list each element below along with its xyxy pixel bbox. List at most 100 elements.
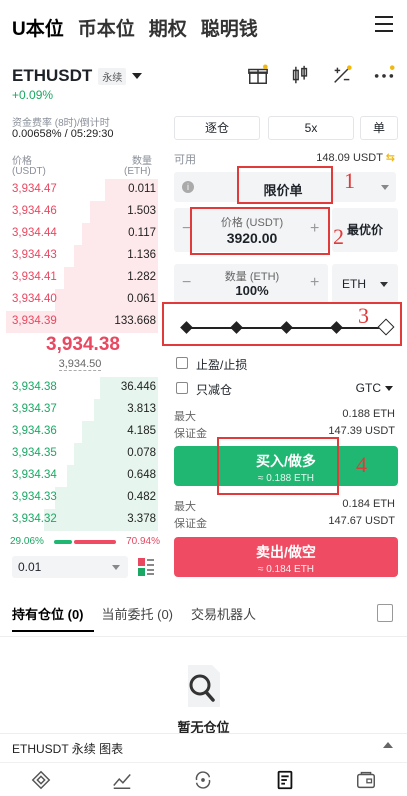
reduce-only-checkbox[interactable]	[176, 382, 188, 394]
ask-row[interactable]: 3,934.46 1.503	[6, 201, 158, 223]
ob-price-header: 价格	[12, 156, 32, 167]
sell-short-button[interactable]: 卖出/做空 ≈ 0.184 ETH	[174, 537, 398, 577]
sell-margin-value: 147.67 USDT	[328, 515, 395, 527]
bid-price: 3,934.34	[12, 469, 57, 481]
buy-max-label: 最大	[174, 411, 196, 423]
bid-row[interactable]: 3,934.33 0.482	[6, 487, 158, 509]
ask-price: 3,934.44	[12, 227, 57, 239]
last-price[interactable]: 3,934.38	[46, 334, 120, 356]
tab-open-orders[interactable]: 当前委托 (0)	[102, 604, 174, 623]
bid-row[interactable]: 3,934.32 3.378	[6, 509, 158, 531]
gift-icon[interactable]	[247, 64, 269, 86]
funding-label: 资金费率 (8时)/倒计时	[12, 118, 110, 129]
ask-row[interactable]: 3,934.41 1.282	[6, 267, 158, 289]
buy-max-value: 0.188 ETH	[342, 408, 395, 420]
chevron-up-icon[interactable]	[383, 742, 393, 748]
active-tab-indicator	[12, 630, 94, 632]
ob-price-unit: (USDT)	[12, 166, 46, 177]
buy-margin-label: 保证金	[174, 428, 207, 440]
annotation-number-2: 2	[333, 224, 344, 249]
buy-sell-ratio: 29.06% 70.94%	[10, 536, 160, 548]
bid-qty: 3.378	[127, 513, 156, 525]
order-history-icon[interactable]	[377, 604, 393, 622]
available-label: 可用	[174, 154, 196, 166]
candlestick-icon[interactable]	[289, 64, 311, 86]
bid-row[interactable]: 3,934.35 0.078	[6, 443, 158, 465]
transfer-icon: ⇆	[385, 152, 395, 164]
perpetual-tag: 永续	[98, 67, 127, 85]
info-icon[interactable]: i	[182, 181, 194, 193]
ask-qty: 0.011	[128, 183, 156, 195]
reduce-only-label: 只减仓	[196, 383, 233, 397]
bid-price: 3,934.38	[12, 381, 57, 393]
caret-down-icon	[132, 73, 143, 79]
trade-icon[interactable]	[192, 769, 214, 791]
depth-precision-select[interactable]: 0.01	[12, 556, 128, 578]
annotation-box-1	[237, 166, 333, 204]
ask-row[interactable]: 3,934.43 1.136	[6, 245, 158, 267]
toolbar	[247, 64, 395, 86]
bid-row[interactable]: 3,934.36 4.185	[6, 421, 158, 443]
annotation-box-4	[217, 437, 339, 495]
ask-qty: 1.136	[127, 249, 156, 261]
symbol-selector[interactable]: ETHUSDT 永续	[12, 66, 143, 86]
mark-price: 3,934.50	[58, 358, 102, 371]
bottom-nav	[0, 762, 407, 796]
funding-value: 0.00658% / 05:29:30	[12, 128, 114, 140]
tpsl-checkbox[interactable]	[176, 357, 188, 369]
bid-row[interactable]: 3,934.37 3.813	[6, 399, 158, 421]
tab-trading-bots[interactable]: 交易机器人	[191, 604, 256, 623]
bid-row[interactable]: 3,934.34 0.648	[6, 465, 158, 487]
margin-mode-button[interactable]: 逐仓	[174, 116, 260, 140]
calculator-icon[interactable]	[331, 64, 353, 86]
ask-qty: 0.061	[127, 293, 156, 305]
wallet-icon[interactable]	[355, 769, 377, 791]
more-icon[interactable]	[373, 64, 395, 86]
tab-usdt-m[interactable]: U本位	[12, 14, 64, 41]
annotation-number-1: 1	[344, 168, 355, 193]
tab-positions[interactable]: 持有仓位 (0)	[12, 604, 84, 623]
bid-row[interactable]: 3,934.38 36.446	[6, 377, 158, 399]
qty-plus-button[interactable]: +	[310, 274, 319, 292]
symbol-name: ETHUSDT	[12, 66, 93, 85]
ask-row[interactable]: 3,934.40 0.061	[6, 289, 158, 311]
bid-qty: 36.446	[120, 381, 156, 393]
menu-icon[interactable]	[375, 16, 393, 32]
ask-price: 3,934.39	[12, 315, 57, 327]
futures-icon[interactable]	[274, 769, 296, 791]
bid-qty: 0.482	[127, 491, 156, 503]
qty-minus-button[interactable]: −	[182, 274, 191, 292]
ask-row[interactable]: 3,934.47 0.011	[6, 179, 158, 201]
tab-options[interactable]: 期权	[149, 14, 187, 41]
tab-coin-m[interactable]: 币本位	[78, 14, 135, 41]
ask-price: 3,934.43	[12, 249, 57, 261]
sell-ratio: 70.94%	[126, 536, 160, 547]
orderbook-layout-icon[interactable]	[138, 558, 154, 576]
bid-price: 3,934.36	[12, 425, 57, 437]
bid-qty: 0.078	[127, 447, 156, 459]
bid-qty: 0.648	[127, 469, 156, 481]
markets-icon[interactable]	[111, 769, 133, 791]
ask-row[interactable]: 3,934.39 133.668	[6, 311, 158, 333]
time-in-force-select[interactable]: GTC	[356, 381, 393, 395]
bid-qty: 3.813	[127, 403, 156, 415]
ask-row[interactable]: 3,934.44 0.117	[6, 223, 158, 245]
tpsl-label: 止盈/止损	[196, 358, 248, 372]
position-tabs: 持有仓位 (0) 当前委托 (0) 交易机器人	[12, 604, 256, 623]
position-mode-button[interactable]: 单	[360, 116, 398, 140]
buy-ratio: 29.06%	[10, 536, 44, 547]
ask-price: 3,934.41	[12, 271, 57, 283]
annotation-number-3: 3	[358, 303, 369, 328]
ob-qty-header: 数量	[132, 156, 152, 167]
sell-margin-label: 保证金	[174, 518, 207, 530]
leverage-button[interactable]: 5x	[268, 116, 354, 140]
buy-margin-value: 147.39 USDT	[328, 425, 395, 437]
available-value: 148.09 USDT ⇆	[316, 152, 395, 164]
quantity-value[interactable]: 100%	[204, 283, 300, 298]
annotation-box-2	[190, 207, 330, 255]
home-icon[interactable]	[30, 769, 52, 791]
quantity-unit-select[interactable]: ETH	[332, 264, 398, 304]
annotation-number-4: 4	[356, 452, 367, 477]
tab-smart-money[interactable]: 聪明钱	[201, 14, 258, 41]
ask-price: 3,934.40	[12, 293, 57, 305]
